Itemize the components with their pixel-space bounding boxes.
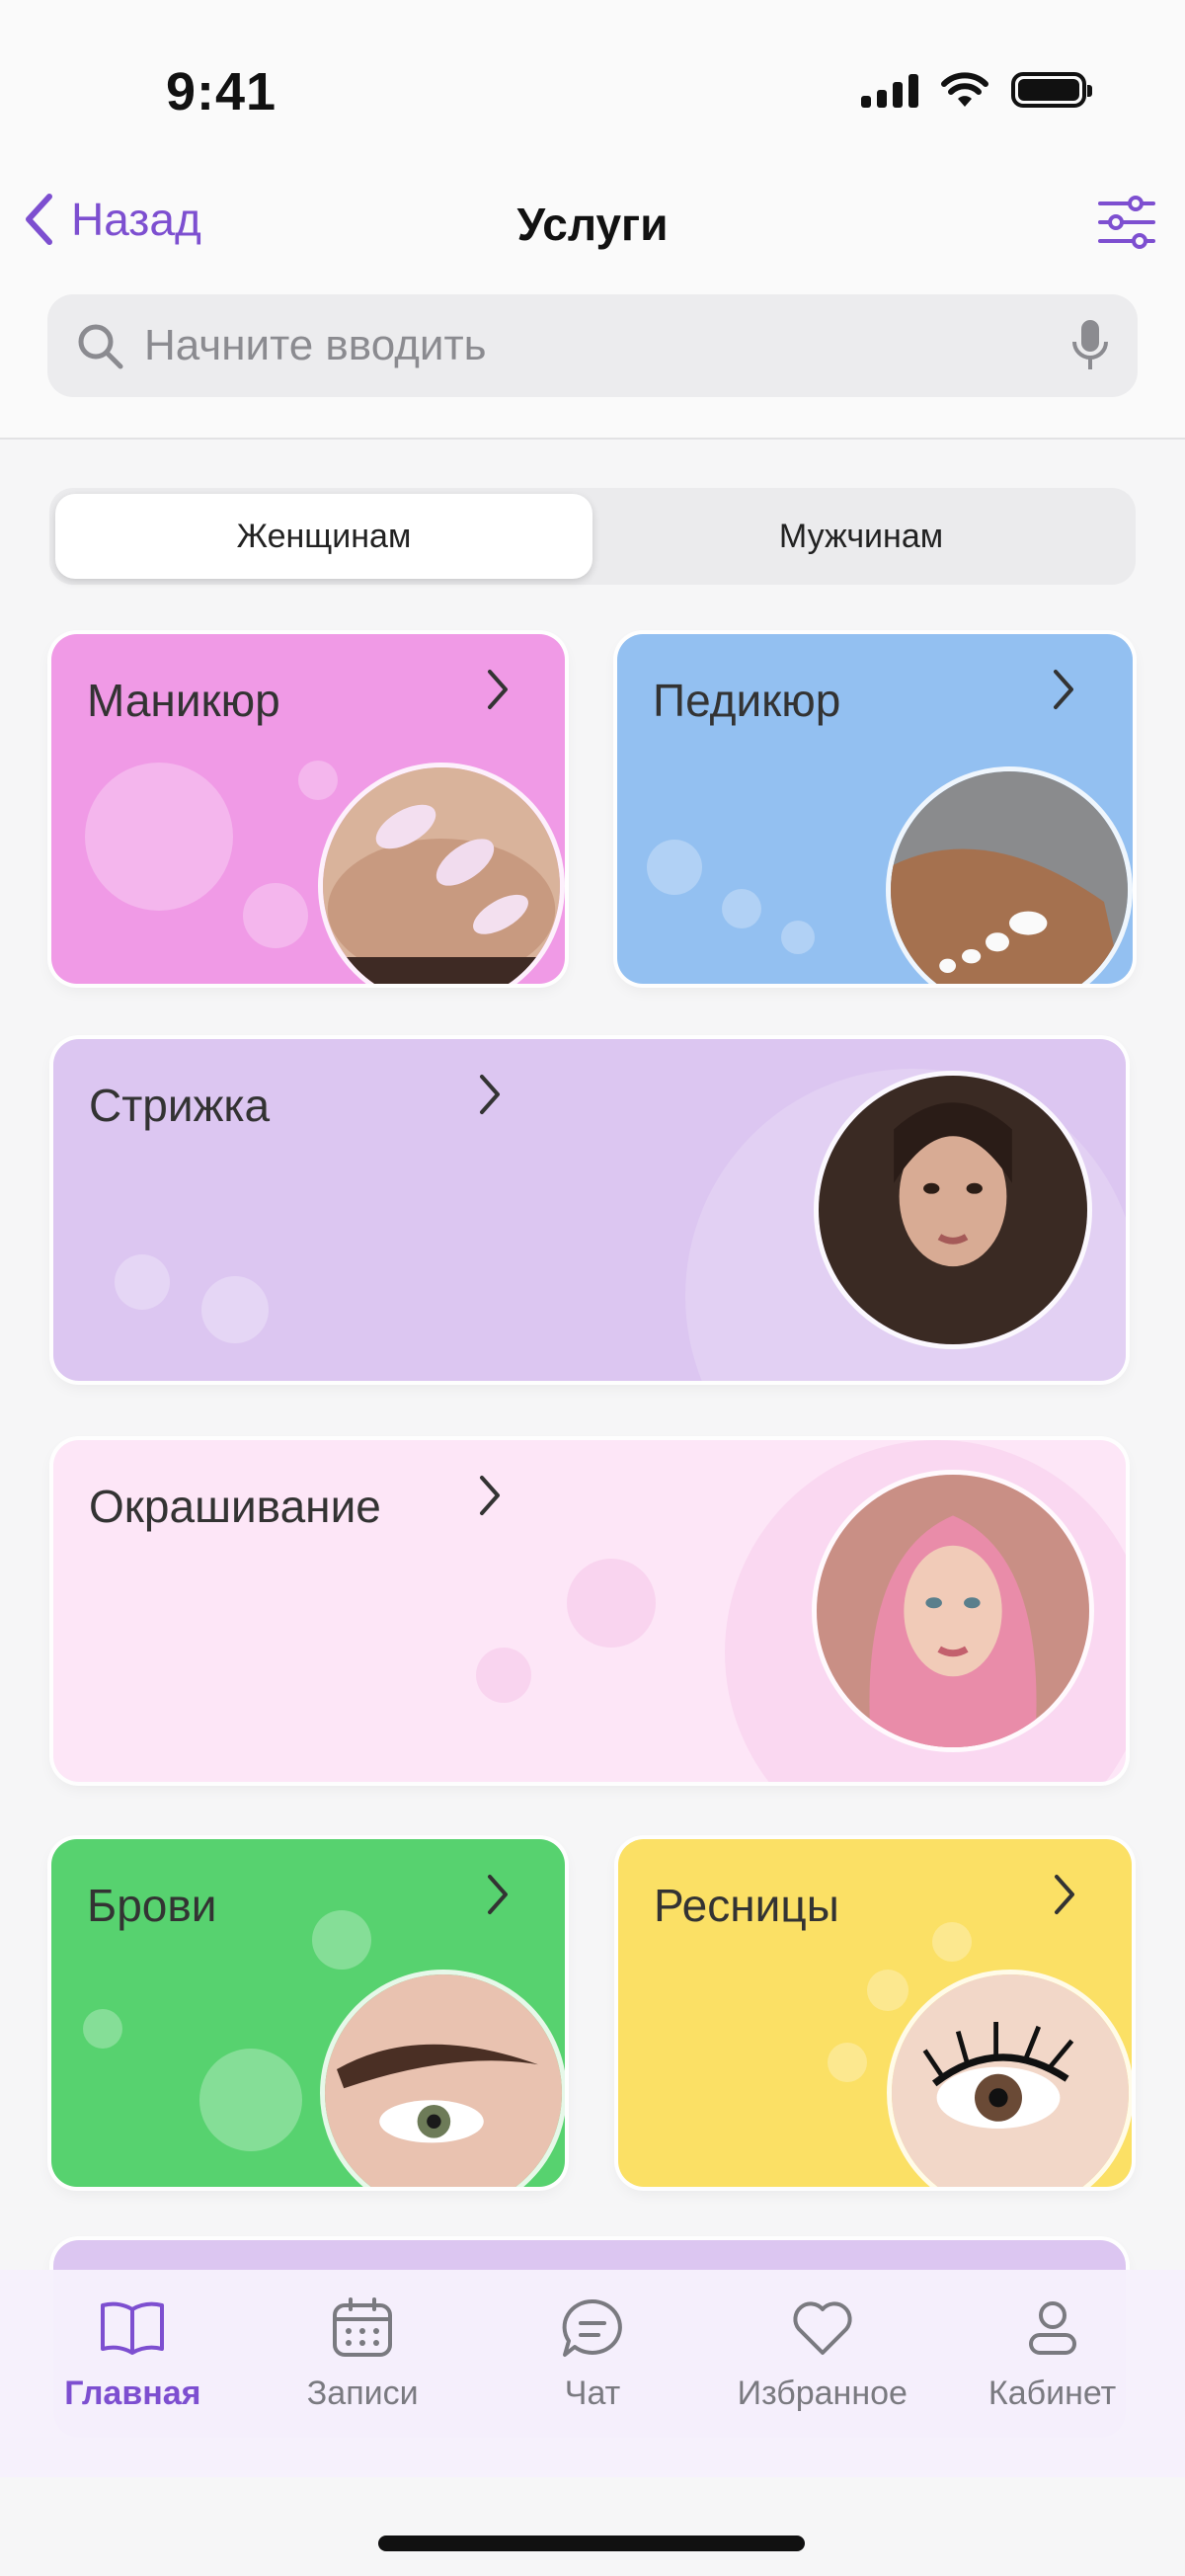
heart-icon — [793, 2301, 852, 2355]
chat-icon — [562, 2298, 622, 2357]
tab-label: Кабинет — [988, 2375, 1117, 2412]
tab-favorites[interactable]: Избранное — [707, 2270, 937, 2477]
gender-segmented-control: Женщинам Мужчинам — [49, 488, 1136, 585]
tab-label: Чат — [564, 2375, 621, 2412]
lashes-photo — [887, 1970, 1132, 2187]
search-bar — [47, 294, 1138, 397]
brows-photo — [320, 1970, 565, 2187]
chevron-right-icon — [488, 670, 508, 709]
haircut-photo — [814, 1071, 1092, 1349]
cellular-signal-icon — [861, 72, 918, 108]
category-card-brows[interactable]: Брови — [51, 1839, 565, 2187]
status-bar: 9:41 — [0, 0, 1185, 178]
category-card-lashes[interactable]: Ресницы — [618, 1839, 1132, 2187]
battery-icon — [1011, 72, 1092, 108]
tab-profile[interactable]: Кабинет — [937, 2270, 1167, 2477]
category-card-haircut[interactable]: Стрижка — [53, 1039, 1126, 1381]
category-title: Стрижка — [89, 1080, 271, 1131]
segment-women[interactable]: Женщинам — [55, 494, 592, 579]
tab-label: Записи — [306, 2375, 419, 2412]
chevron-right-icon — [480, 1476, 500, 1515]
category-card-manicure[interactable]: Маникюр — [51, 634, 565, 984]
nav-header: Назад Услуги — [0, 178, 1185, 440]
pedicure-photo — [886, 766, 1133, 984]
manicure-photo — [318, 763, 565, 984]
category-title: Окрашивание — [89, 1481, 381, 1532]
tab-home[interactable]: Главная — [18, 2270, 248, 2477]
filter-sliders-icon — [1098, 196, 1155, 249]
search-input[interactable] — [144, 321, 1070, 370]
home-indicator[interactable] — [378, 2536, 805, 2551]
calendar-icon — [333, 2297, 393, 2357]
book-icon — [101, 2301, 165, 2355]
category-title: Педикюр — [653, 675, 841, 726]
status-icons — [861, 71, 1092, 109]
tab-label: Избранное — [737, 2375, 908, 2412]
chevron-right-icon — [488, 1875, 508, 1914]
page-title: Услуги — [516, 199, 669, 250]
search-icon — [78, 324, 123, 369]
chevron-right-icon — [1055, 1875, 1074, 1914]
hair-coloring-photo — [812, 1470, 1094, 1752]
filter-button[interactable] — [1096, 192, 1157, 258]
category-title: Ресницы — [654, 1880, 839, 1931]
chevron-right-icon — [480, 1075, 500, 1114]
tab-label: Главная — [64, 2375, 201, 2412]
category-title: Маникюр — [87, 675, 280, 726]
tab-bookings[interactable]: Записи — [248, 2270, 478, 2477]
tab-bar: Главная Записи Чат Избранное Кабинет — [0, 2270, 1185, 2477]
home-indicator-area — [0, 2477, 1185, 2576]
category-card-coloring[interactable]: Окрашивание — [53, 1440, 1126, 1782]
chevron-right-icon — [1054, 670, 1073, 709]
status-time: 9:41 — [166, 62, 277, 121]
segment-men[interactable]: Мужчинам — [592, 494, 1130, 579]
profile-icon — [1028, 2301, 1076, 2355]
tab-chat[interactable]: Чат — [478, 2270, 708, 2477]
category-card-pedicure[interactable]: Педикюр — [617, 634, 1133, 984]
category-title: Брови — [87, 1880, 217, 1931]
microphone-icon[interactable] — [1070, 318, 1110, 373]
wifi-icon — [941, 72, 988, 107]
